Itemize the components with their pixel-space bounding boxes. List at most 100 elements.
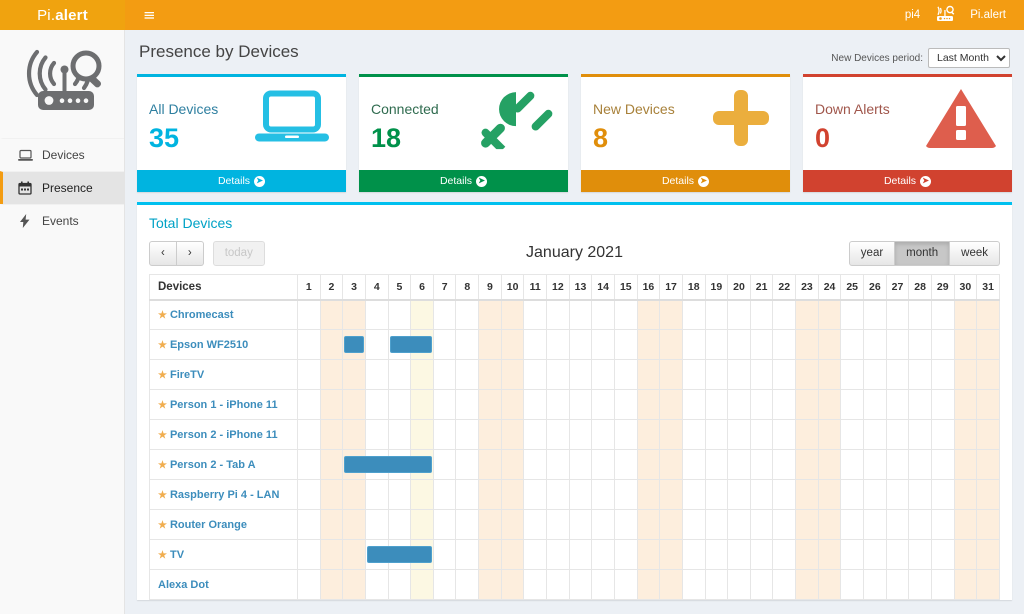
calendar-view-year-button[interactable]: year — [849, 241, 895, 266]
presence-day-cell[interactable] — [931, 360, 954, 390]
presence-day-cell[interactable] — [365, 450, 388, 480]
presence-day-cell[interactable] — [864, 450, 887, 480]
presence-day-cell[interactable] — [298, 480, 321, 510]
presence-day-cell[interactable] — [411, 300, 434, 330]
presence-day-cell[interactable] — [796, 540, 819, 570]
presence-day-cell[interactable] — [569, 570, 592, 600]
presence-day-cell[interactable] — [388, 360, 411, 390]
presence-day-cell[interactable] — [365, 420, 388, 450]
presence-day-cell[interactable] — [841, 330, 864, 360]
presence-day-cell[interactable] — [705, 480, 728, 510]
presence-day-cell[interactable] — [931, 480, 954, 510]
presence-day-cell[interactable] — [343, 420, 366, 450]
presence-day-cell[interactable] — [818, 420, 841, 450]
presence-day-cell[interactable] — [977, 540, 1000, 570]
presence-day-cell[interactable] — [637, 540, 660, 570]
stat-card-down-alerts[interactable]: Down Alerts 0 Details ➤ — [803, 74, 1012, 192]
presence-day-cell[interactable] — [931, 570, 954, 600]
presence-day-cell[interactable] — [547, 420, 570, 450]
presence-day-cell[interactable] — [433, 300, 456, 330]
presence-day-cell[interactable] — [909, 480, 932, 510]
presence-day-cell[interactable] — [365, 510, 388, 540]
presence-day-cell[interactable] — [365, 330, 388, 360]
presence-day-cell[interactable] — [977, 330, 1000, 360]
presence-day-cell[interactable] — [909, 540, 932, 570]
presence-day-cell[interactable] — [411, 330, 434, 360]
presence-day-cell[interactable] — [682, 330, 705, 360]
presence-day-cell[interactable] — [705, 570, 728, 600]
presence-day-cell[interactable] — [864, 390, 887, 420]
presence-day-cell[interactable] — [614, 390, 637, 420]
presence-day-cell[interactable] — [501, 510, 524, 540]
presence-day-cell[interactable] — [864, 420, 887, 450]
presence-day-cell[interactable] — [614, 510, 637, 540]
presence-day-cell[interactable] — [569, 540, 592, 570]
presence-day-cell[interactable] — [954, 360, 977, 390]
device-name-cell[interactable]: ★Person 2 - iPhone 11 — [150, 420, 298, 450]
presence-day-cell[interactable] — [728, 330, 751, 360]
presence-day-cell[interactable] — [501, 390, 524, 420]
presence-day-cell[interactable] — [637, 510, 660, 540]
presence-day-cell[interactable] — [592, 510, 615, 540]
presence-day-cell[interactable] — [343, 360, 366, 390]
presence-day-cell[interactable] — [343, 480, 366, 510]
presence-bar[interactable] — [410, 456, 432, 473]
presence-day-cell[interactable] — [298, 570, 321, 600]
presence-day-cell[interactable] — [569, 510, 592, 540]
presence-day-cell[interactable] — [614, 540, 637, 570]
presence-day-cell[interactable] — [796, 450, 819, 480]
presence-day-cell[interactable] — [750, 570, 773, 600]
presence-day-cell[interactable] — [547, 390, 570, 420]
new-devices-period-select[interactable]: Last Month — [928, 48, 1010, 68]
presence-day-cell[interactable] — [705, 420, 728, 450]
presence-day-cell[interactable] — [909, 570, 932, 600]
presence-day-cell[interactable] — [750, 420, 773, 450]
presence-day-cell[interactable] — [773, 510, 796, 540]
presence-day-cell[interactable] — [411, 540, 434, 570]
presence-day-cell[interactable] — [433, 450, 456, 480]
presence-day-cell[interactable] — [524, 420, 547, 450]
presence-day-cell[interactable] — [909, 330, 932, 360]
presence-day-cell[interactable] — [977, 390, 1000, 420]
presence-day-cell[interactable] — [365, 540, 388, 570]
presence-day-cell[interactable] — [977, 300, 1000, 330]
presence-day-cell[interactable] — [818, 510, 841, 540]
presence-day-cell[interactable] — [841, 360, 864, 390]
presence-day-cell[interactable] — [682, 390, 705, 420]
presence-day-cell[interactable] — [456, 420, 479, 450]
presence-day-cell[interactable] — [773, 570, 796, 600]
presence-day-cell[interactable] — [886, 420, 909, 450]
presence-day-cell[interactable] — [456, 540, 479, 570]
presence-day-cell[interactable] — [456, 450, 479, 480]
presence-day-cell[interactable] — [298, 450, 321, 480]
presence-day-cell[interactable] — [660, 450, 683, 480]
presence-day-cell[interactable] — [954, 570, 977, 600]
presence-day-cell[interactable] — [660, 480, 683, 510]
stat-card-connected[interactable]: Connected 18 — [359, 74, 568, 192]
presence-day-cell[interactable] — [411, 390, 434, 420]
device-name-cell[interactable]: ★Chromecast — [150, 300, 298, 330]
presence-day-cell[interactable] — [954, 540, 977, 570]
presence-day-cell[interactable] — [456, 360, 479, 390]
presence-day-cell[interactable] — [818, 540, 841, 570]
presence-day-cell[interactable] — [796, 420, 819, 450]
presence-day-cell[interactable] — [320, 540, 343, 570]
presence-bar[interactable] — [390, 336, 412, 353]
sidebar-item-devices[interactable]: Devices — [0, 138, 124, 171]
presence-day-cell[interactable] — [931, 390, 954, 420]
presence-day-cell[interactable] — [841, 540, 864, 570]
presence-day-cell[interactable] — [682, 300, 705, 330]
device-name-cell[interactable]: ★Raspberry Pi 4 - LAN — [150, 480, 298, 510]
presence-day-cell[interactable] — [501, 540, 524, 570]
presence-day-cell[interactable] — [637, 330, 660, 360]
presence-day-cell[interactable] — [864, 330, 887, 360]
presence-day-cell[interactable] — [614, 480, 637, 510]
presence-bar[interactable] — [388, 456, 412, 473]
presence-day-cell[interactable] — [433, 540, 456, 570]
presence-day-cell[interactable] — [818, 390, 841, 420]
presence-day-cell[interactable] — [388, 300, 411, 330]
presence-day-cell[interactable] — [637, 450, 660, 480]
presence-day-cell[interactable] — [931, 330, 954, 360]
presence-day-cell[interactable] — [365, 300, 388, 330]
presence-bar[interactable] — [367, 546, 389, 563]
